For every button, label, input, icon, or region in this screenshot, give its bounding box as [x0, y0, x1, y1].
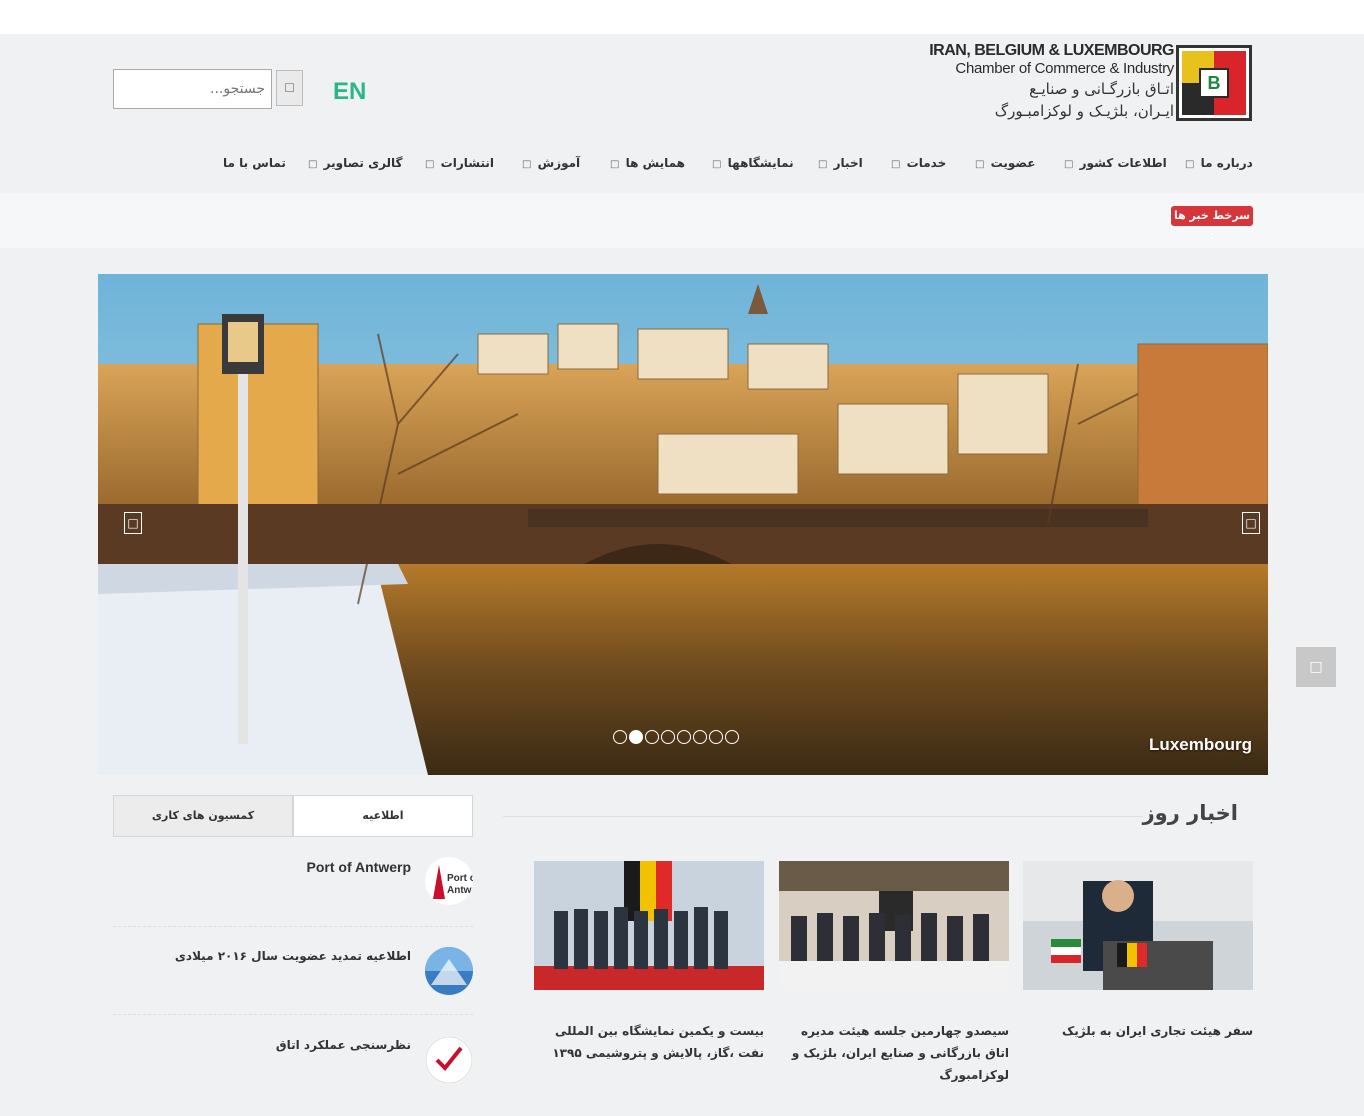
chevron-down-icon: □: [712, 159, 722, 170]
sidebar-item-label[interactable]: نظرسنجی عملکرد اتاق: [276, 1038, 411, 1052]
chevron-down-icon: □: [1064, 159, 1074, 170]
nav-item-publications[interactable]: انتشارات □: [425, 156, 494, 170]
logo-persian-line-1: اتـاق بازرگـانی و صنایـع: [1029, 80, 1174, 98]
hero-slider[interactable]: □ □ Luxembourg: [98, 274, 1268, 775]
news-card-caption[interactable]: سفر هیئت تجاری ایران به بلژیک: [1023, 1020, 1253, 1042]
logo-mark-icon: B: [1176, 45, 1252, 121]
logo-english-line-1: IRAN, BELGIUM & LUXEMBOURG: [929, 42, 1174, 59]
tab-announcements[interactable]: اطلاعیه: [293, 795, 473, 837]
sidebar-divider: [113, 1014, 473, 1015]
chevron-down-icon: □: [975, 159, 985, 170]
news-card[interactable]: سفر هیئت تجاری ایران به بلژیک: [1023, 861, 1253, 1042]
slider-next-button[interactable]: □: [1242, 512, 1260, 534]
top-bar: [0, 0, 1364, 34]
sidebar-tabs: اطلاعیه کمسیون های کاری: [113, 795, 473, 837]
scroll-to-top-button[interactable]: □: [1296, 647, 1336, 687]
news-card[interactable]: بیست و یکمین نمایشگاه بین المللی نفت ،گا…: [534, 861, 764, 1064]
main-navigation: درباره ما □ اطلاعات کشور □ عضویت □ خدمات…: [0, 156, 1364, 176]
sidebar-item-label[interactable]: اطلاعیه تمدید عضویت سال ۲۰۱۶ میلادی: [175, 949, 411, 963]
chevron-down-icon: □: [425, 159, 435, 170]
news-card-caption[interactable]: سیصدو چهارمین جلسه هیئت مدیره اتاق بازرگ…: [779, 1020, 1009, 1086]
chevron-down-icon: □: [891, 159, 901, 170]
chevron-down-icon: □: [818, 159, 828, 170]
nav-item-label: آموزش: [537, 156, 581, 170]
logo-persian-line-2: ایـران، بلژیـک و لوکزامبـورگ: [994, 102, 1174, 120]
slider-pagination: [613, 730, 739, 746]
ticker-badge: سرخط خبر ها :: [1171, 206, 1253, 242]
language-switch-link[interactable]: EN: [333, 78, 366, 106]
chamber-logo[interactable]: IRAN, BELGIUM & LUXEMBOURG Chamber of Co…: [928, 42, 1254, 124]
chevron-down-icon: □: [610, 159, 620, 170]
slide-caption: Luxembourg: [1149, 735, 1252, 754]
site-header: IRAN, BELGIUM & LUXEMBOURG Chamber of Co…: [0, 34, 1364, 193]
chevron-down-icon: □: [1185, 159, 1195, 170]
nav-item-label: اخبار: [833, 156, 863, 170]
news-section-title: اخبار روز: [1142, 801, 1238, 825]
news-section-divider: [503, 816, 1143, 817]
svg-text:Antwerp: Antwerp: [447, 885, 473, 896]
port-of-antwerp-logo: Port of Antwerp: [425, 857, 473, 905]
nav-item-label: خدمات: [906, 156, 947, 170]
slider-dot[interactable]: [613, 730, 627, 744]
news-card[interactable]: سیصدو چهارمین جلسه هیئت مدیره اتاق بازرگ…: [779, 861, 1009, 1086]
nav-item-services[interactable]: خدمات □: [891, 156, 946, 170]
nav-item-label: درباره ما: [1200, 156, 1253, 170]
nav-item-label: نمایشگاهها: [727, 156, 794, 170]
svg-text:Port of: Port of: [447, 873, 473, 884]
slide-image: [98, 274, 1268, 775]
announcement-thumbnail: [425, 947, 473, 995]
nav-item-label: عضویت: [990, 156, 1036, 170]
slider-prev-button[interactable]: □: [124, 512, 142, 534]
nav-item-label: اطلاعات کشور: [1079, 156, 1167, 170]
nav-item-about[interactable]: درباره ما □: [1185, 156, 1253, 170]
chevron-down-icon: □: [308, 159, 318, 170]
nav-item-conferences[interactable]: همایش ها □: [610, 156, 685, 170]
slider-dot[interactable]: [725, 730, 739, 744]
nav-item-country-info[interactable]: اطلاعات کشور □: [1064, 156, 1167, 170]
slider-dot[interactable]: [693, 730, 707, 744]
sidebar-item-label[interactable]: Port of Antwerp: [307, 859, 411, 875]
nav-item-label: تماس با ما: [223, 156, 286, 170]
news-card-image[interactable]: [779, 861, 1009, 990]
nav-item-label: انتشارات: [440, 156, 494, 170]
slider-dot[interactable]: [661, 730, 675, 744]
nav-item-contact[interactable]: تماس با ما: [223, 156, 286, 170]
logo-mark-letter: B: [1199, 68, 1229, 98]
chevron-left-icon: □: [127, 516, 139, 530]
sidebar-list-item[interactable]: اطلاعیه تمدید عضویت سال ۲۰۱۶ میلادی: [113, 947, 473, 1027]
sidebar-list-item[interactable]: نظرسنجی عملکرد اتاق: [113, 1036, 473, 1116]
chevron-down-icon: □: [522, 159, 532, 170]
slider-dot-active[interactable]: [629, 730, 643, 744]
nav-item-label: همایش ها: [625, 156, 685, 170]
tab-working-commissions[interactable]: کمسیون های کاری: [113, 795, 293, 837]
arrow-up-icon: □: [1309, 659, 1323, 675]
slider-dot[interactable]: [677, 730, 691, 744]
nav-item-gallery[interactable]: گالری تصاویر □: [308, 156, 403, 170]
slider-dot[interactable]: [645, 730, 659, 744]
nav-item-training[interactable]: آموزش □: [522, 156, 580, 170]
news-ticker: سرخط خبر ها :: [0, 193, 1364, 248]
chevron-right-icon: □: [1245, 516, 1257, 530]
search-input[interactable]: [113, 69, 272, 109]
search-icon: ☐: [284, 81, 295, 95]
nav-item-exhibitions[interactable]: نمایشگاهها □: [712, 156, 794, 170]
news-card-caption[interactable]: بیست و یکمین نمایشگاه بین المللی نفت ،گا…: [534, 1020, 764, 1064]
nav-item-news[interactable]: اخبار □: [818, 156, 863, 170]
sidebar-list-item[interactable]: Port of Antwerp Port of Antwerp: [113, 857, 473, 937]
sidebar-divider: [113, 926, 473, 927]
nav-item-membership[interactable]: عضویت □: [975, 156, 1035, 170]
survey-checkmark-icon: [425, 1036, 473, 1084]
news-card-image[interactable]: [534, 861, 764, 990]
nav-item-label: گالری تصاویر: [323, 156, 403, 170]
logo-text: IRAN, BELGIUM & LUXEMBOURG Chamber of Co…: [928, 42, 1174, 122]
search-button[interactable]: ☐: [276, 70, 303, 106]
logo-english-line-2: Chamber of Commerce & Industry: [955, 60, 1174, 77]
news-card-image[interactable]: [1023, 861, 1253, 990]
slider-dot[interactable]: [709, 730, 723, 744]
